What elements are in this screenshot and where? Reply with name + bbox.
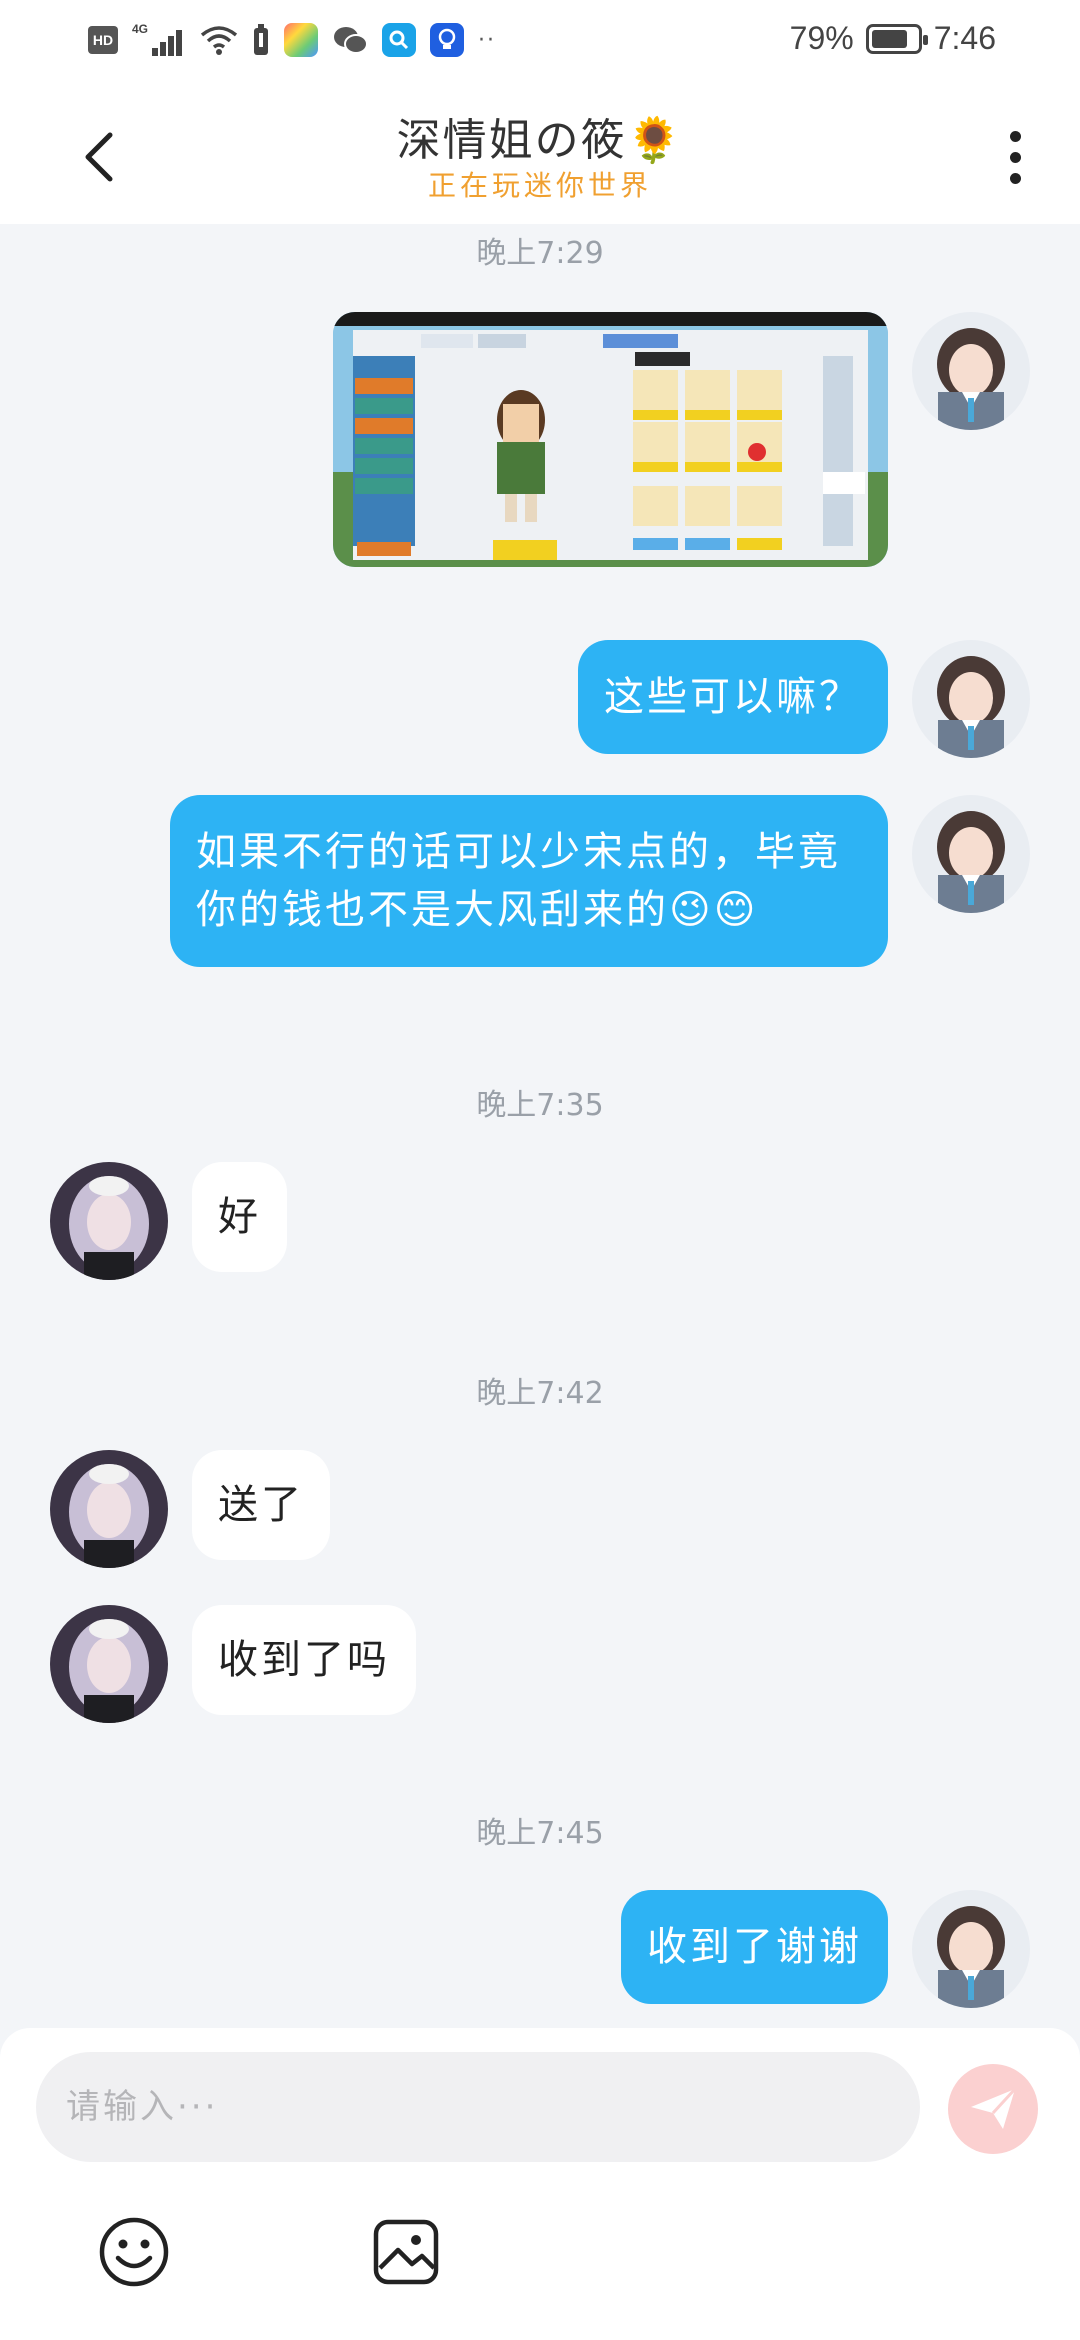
status-icons-right: 79% 7:46 xyxy=(790,20,996,57)
girl-avatar-icon xyxy=(912,312,1030,430)
message-bubble-incoming[interactable]: 收到了吗 xyxy=(192,1605,416,1715)
contact-name: 深情姐の筱🌻 xyxy=(396,115,684,166)
contact-avatar[interactable] xyxy=(50,1162,168,1280)
battery-icon xyxy=(865,23,928,54)
cellular-signal-icon: 4G xyxy=(132,22,186,58)
my-avatar[interactable] xyxy=(912,795,1030,913)
more-vertical-icon[interactable] xyxy=(990,122,1040,192)
contact-avatar-icon xyxy=(50,1162,168,1280)
contact-avatar[interactable] xyxy=(50,1450,168,1568)
hd-indicator: HD xyxy=(88,26,118,54)
my-avatar[interactable] xyxy=(912,640,1030,758)
more-notifications-icon: ·· xyxy=(478,27,496,53)
girl-avatar-icon xyxy=(912,1890,1030,2008)
image-button[interactable] xyxy=(368,2214,444,2290)
my-avatar[interactable] xyxy=(912,1890,1030,2008)
chat-header: 深情姐の筱🌻 正在玩迷你世界 xyxy=(0,82,1080,224)
game-screenshot-thumbnail xyxy=(333,312,888,567)
send-button[interactable] xyxy=(948,2064,1038,2154)
message-bubble-outgoing[interactable]: 如果不行的话可以少宋点的，毕竟你的钱也不是大风刮来的😉😊 xyxy=(170,795,888,967)
contact-avatar[interactable] xyxy=(50,1605,168,1723)
timestamp: 晚上7:42 xyxy=(476,1376,604,1411)
girl-avatar-icon xyxy=(912,640,1030,758)
bulb-app-icon xyxy=(430,23,464,57)
wifi-icon xyxy=(200,26,238,55)
timestamp: 晚上7:35 xyxy=(476,1088,604,1123)
search-app-icon xyxy=(382,23,416,57)
message-bubble-incoming[interactable]: 好 xyxy=(192,1162,287,1272)
battery-percentage: 79% xyxy=(789,20,854,56)
my-avatar[interactable] xyxy=(912,312,1030,430)
contact-avatar-icon xyxy=(50,1605,168,1723)
wechat-icon xyxy=(334,27,368,54)
app-notification-icon xyxy=(284,23,318,57)
send-icon xyxy=(971,2087,1017,2129)
emoji-icon xyxy=(99,2217,169,2287)
image-icon xyxy=(373,2219,439,2285)
timestamp: 晚上7:45 xyxy=(476,1816,604,1851)
message-bubble-outgoing[interactable]: 这些可以嘛？ xyxy=(578,640,888,754)
image-message[interactable] xyxy=(333,312,888,567)
message-bubble-outgoing[interactable]: 收到了谢谢 xyxy=(621,1890,888,2004)
status-icons-left: HD 4G ·· xyxy=(88,22,496,58)
girl-avatar-icon xyxy=(912,795,1030,913)
timestamp: 晚上7:29 xyxy=(476,236,604,271)
emoji-button[interactable] xyxy=(96,2214,172,2290)
message-input[interactable] xyxy=(36,2052,920,2162)
clock: 7:46 xyxy=(933,20,996,56)
battery-saver-icon xyxy=(254,24,268,55)
network-type: 4G xyxy=(132,22,149,36)
input-panel xyxy=(0,2028,1080,2340)
contact-status: 正在玩迷你世界 xyxy=(427,169,652,202)
status-bar: HD 4G ·· 79% 7:46 xyxy=(0,0,1080,82)
contact-avatar-icon xyxy=(50,1450,168,1568)
message-bubble-incoming[interactable]: 送了 xyxy=(192,1450,330,1560)
